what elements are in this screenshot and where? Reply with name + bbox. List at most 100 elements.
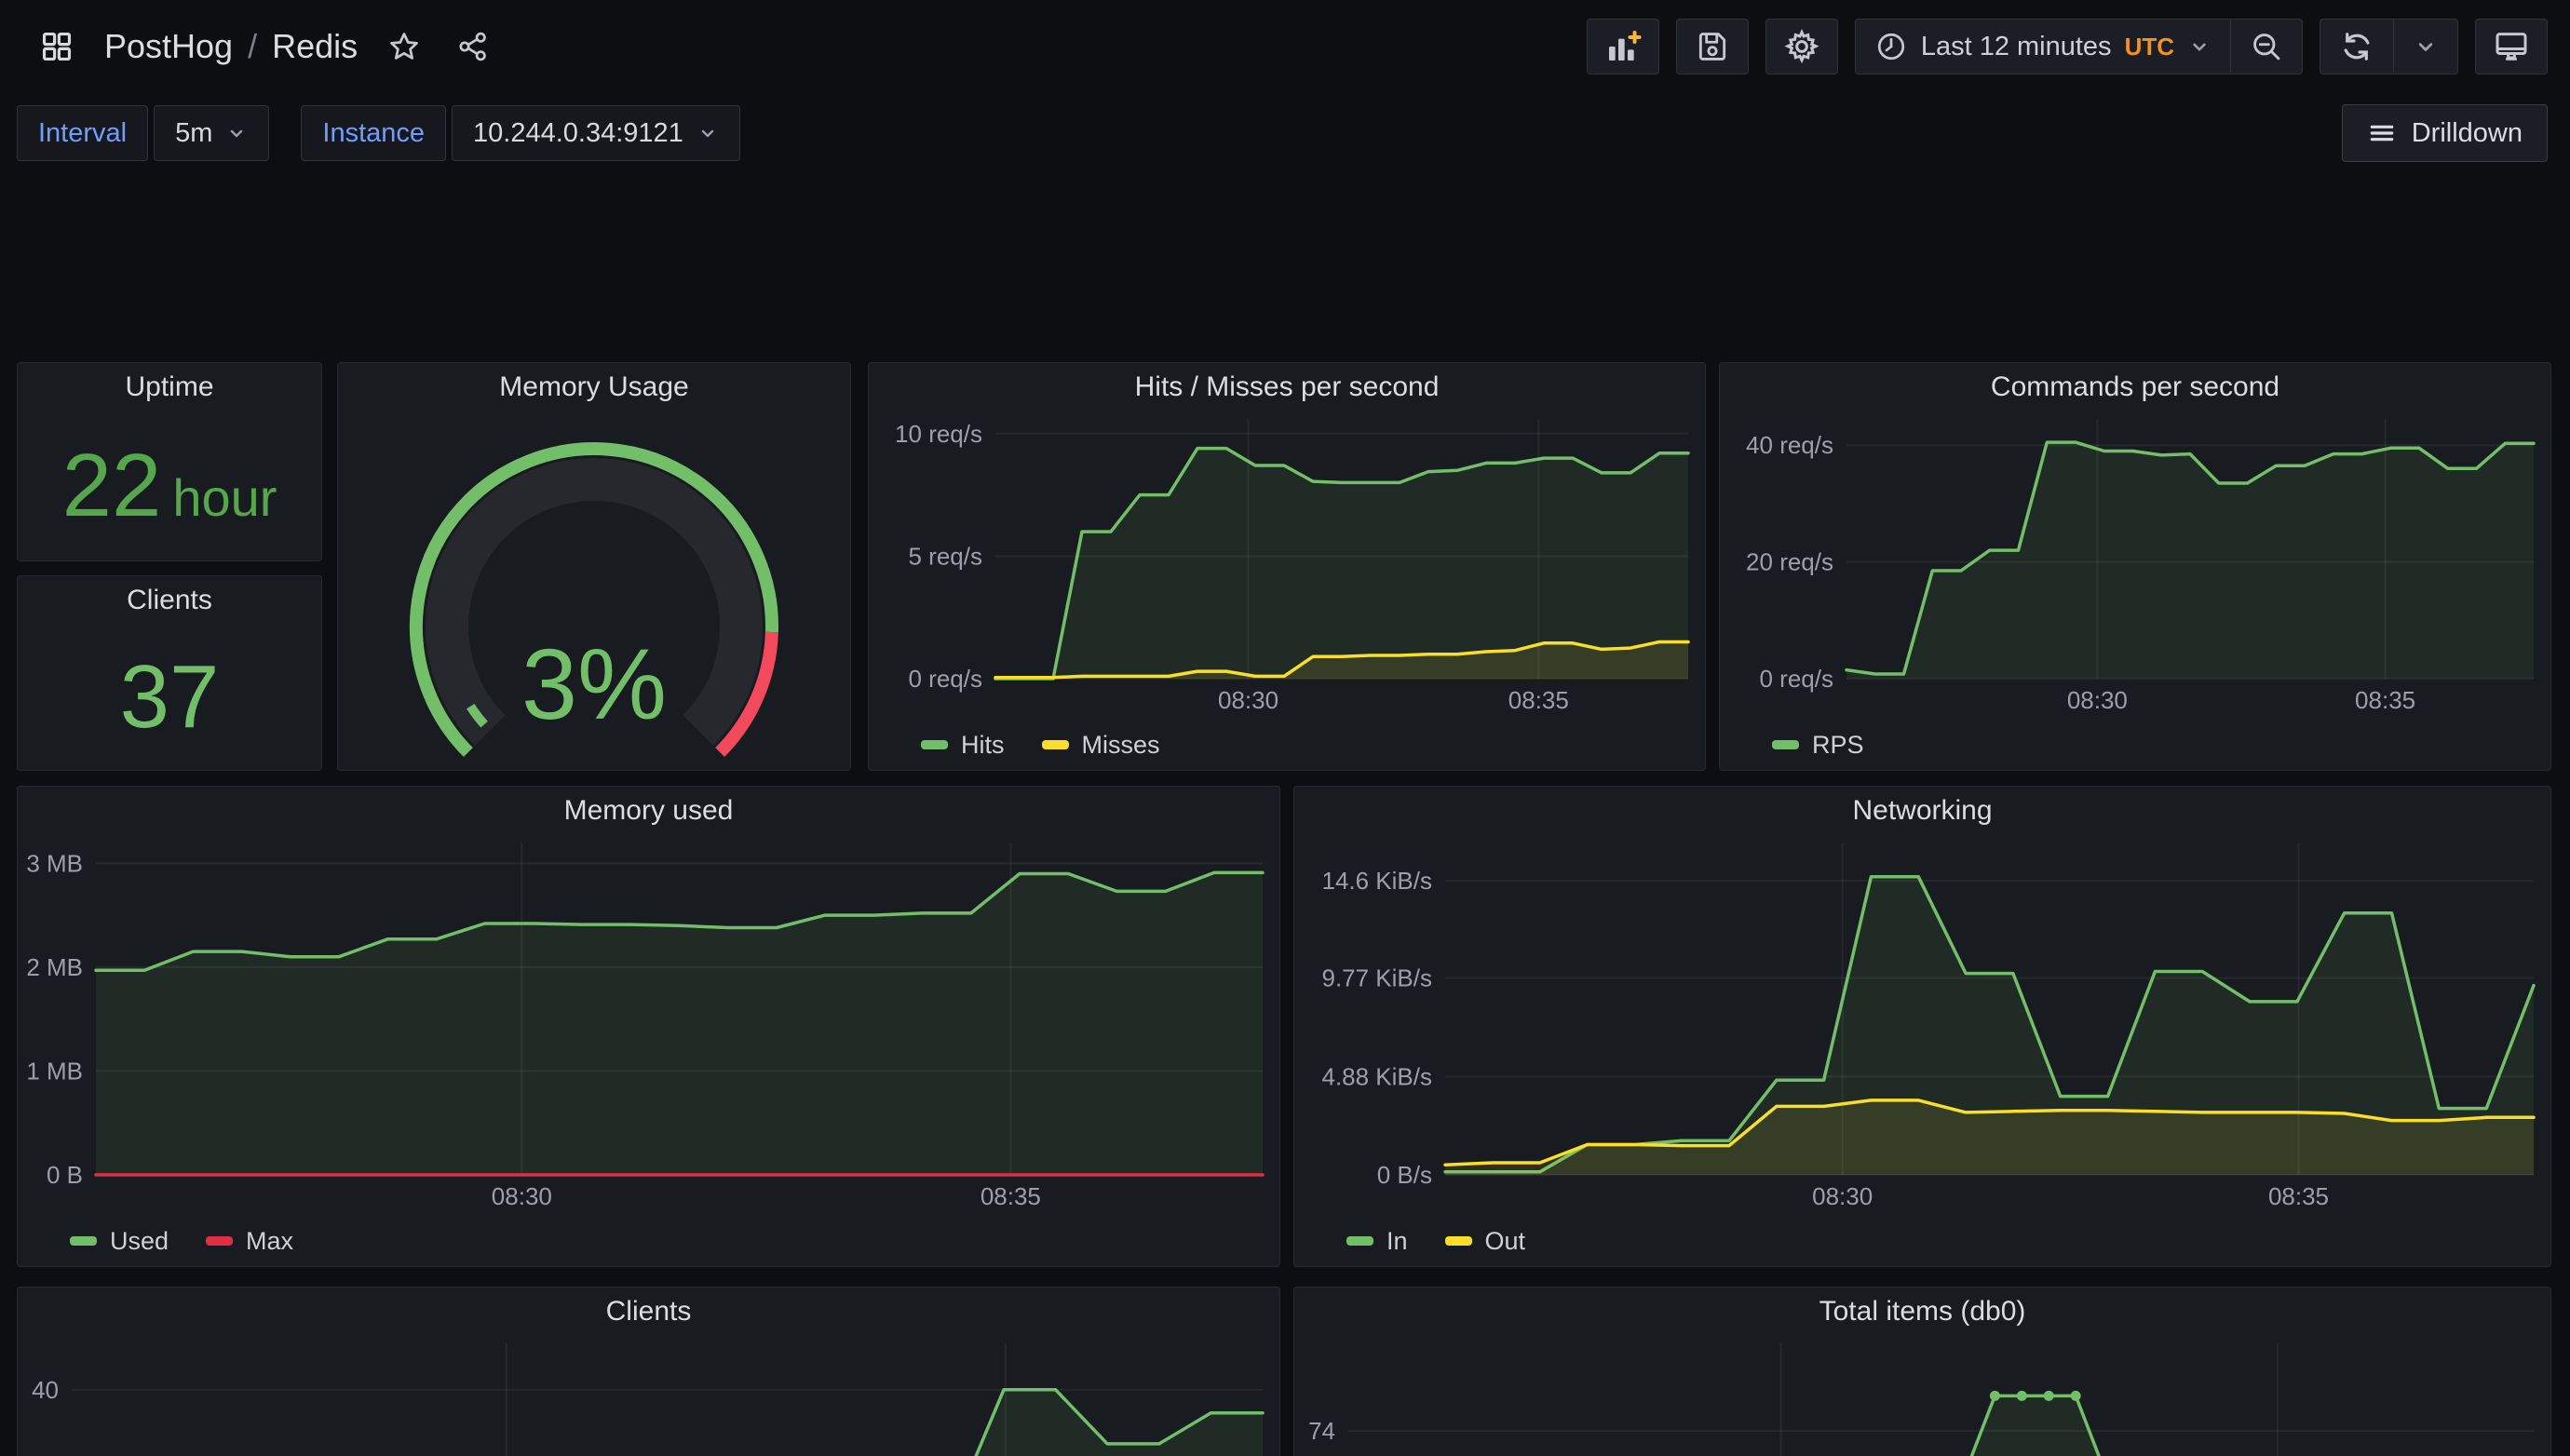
- clients-stat: 37: [18, 625, 321, 770]
- refresh-interval-dropdown[interactable]: [2393, 20, 2457, 74]
- legend-item[interactable]: In: [1346, 1227, 1408, 1256]
- apps-menu-button[interactable]: [34, 23, 80, 70]
- panel-title-uptime[interactable]: Uptime: [18, 363, 321, 411]
- panel-title-total-items[interactable]: Total items (db0): [1294, 1287, 2550, 1336]
- add-panel-button[interactable]: [1587, 19, 1659, 74]
- commands-legend: RPS: [1720, 720, 2550, 770]
- timezone-label: UTC: [2125, 33, 2174, 61]
- refresh-button[interactable]: [2320, 20, 2393, 74]
- panel-clients-chart: Clients 1020304008:3008:35: [17, 1287, 1280, 1456]
- legend-item[interactable]: Misses: [1042, 731, 1160, 760]
- svg-text:08:30: 08:30: [1218, 686, 1278, 714]
- legend-label: Misses: [1082, 731, 1160, 760]
- chevron-down-icon: [2413, 34, 2439, 60]
- svg-text:08:30: 08:30: [2067, 686, 2128, 714]
- panel-title-clients-stat[interactable]: Clients: [18, 576, 321, 625]
- svg-text:4.88 KiB/s: 4.88 KiB/s: [1321, 1062, 1432, 1090]
- breadcrumb-dashboard[interactable]: Redis: [272, 27, 358, 66]
- time-picker-group: Last 12 minutes UTC: [1855, 19, 2303, 74]
- legend-item[interactable]: Out: [1445, 1227, 1526, 1256]
- panel-commands: Commands per second 0 req/s20 req/s40 re…: [1719, 362, 2551, 771]
- gauge-value: 3%: [521, 627, 667, 740]
- svg-text:2 MB: 2 MB: [26, 953, 83, 981]
- favorite-button[interactable]: [382, 24, 426, 69]
- legend-label: RPS: [1812, 731, 1864, 760]
- save-icon: [1695, 29, 1730, 64]
- dashboard-controls: Interval 5m Instance 10.244.0.34:9121 Dr…: [0, 93, 2570, 173]
- legend-color-chip: [1346, 1236, 1373, 1246]
- panel-total-items: Total items (db0) 6870727408:3008:35: [1293, 1287, 2551, 1456]
- drilldown-button[interactable]: Drilldown: [2342, 104, 2548, 162]
- variable-instance: Instance 10.244.0.34:9121: [301, 105, 739, 161]
- dashboard-header: PostHog / Redis: [0, 0, 2570, 93]
- panel-title-memory-usage[interactable]: Memory Usage: [338, 363, 850, 411]
- legend-item[interactable]: RPS: [1772, 731, 1864, 760]
- uptime-stat: 22 hour: [18, 411, 321, 560]
- memory-usage-gauge: 3%: [338, 411, 850, 775]
- add-panel-icon: [1604, 28, 1642, 65]
- monitor-icon: [2493, 28, 2530, 65]
- panel-title-hits-misses[interactable]: Hits / Misses per second: [869, 363, 1705, 411]
- legend-label: Hits: [961, 731, 1005, 760]
- share-icon: [456, 30, 490, 63]
- gear-icon: [1783, 28, 1820, 65]
- time-range-label: Last 12 minutes: [1921, 32, 2112, 62]
- legend-color-chip: [1772, 740, 1799, 749]
- kiosk-mode-button[interactable]: [2475, 19, 2548, 74]
- panel-clients-stat: Clients 37: [17, 575, 322, 771]
- svg-text:08:30: 08:30: [492, 1182, 552, 1210]
- instance-value: 10.244.0.34:9121: [473, 118, 683, 149]
- legend-item[interactable]: Max: [206, 1227, 293, 1256]
- legend-color-chip: [921, 740, 948, 749]
- panel-uptime: Uptime 22 hour: [17, 362, 322, 561]
- dashboard-grid: Uptime 22 hour Clients 37 Memory Usage 3…: [0, 173, 2570, 1456]
- panel-title-commands[interactable]: Commands per second: [1720, 363, 2550, 411]
- breadcrumb: PostHog / Redis: [104, 27, 358, 66]
- legend-label: Out: [1485, 1227, 1526, 1256]
- drilldown-label: Drilldown: [2412, 118, 2523, 149]
- memory-used-plot[interactable]: 0 B1 MB2 MB3 MB08:3008:35: [18, 835, 1279, 1216]
- panel-title-memory-used[interactable]: Memory used: [18, 787, 1279, 835]
- zoom-out-button[interactable]: [2230, 20, 2302, 74]
- legend-color-chip: [70, 1236, 97, 1246]
- hits-misses-legend: Hits Misses: [869, 720, 1705, 770]
- interval-value: 5m: [175, 118, 212, 149]
- total-items-plot[interactable]: 6870727408:3008:35: [1294, 1336, 2550, 1456]
- clients-value: 37: [120, 653, 220, 742]
- svg-text:0 req/s: 0 req/s: [1760, 665, 1834, 693]
- time-range-picker[interactable]: Last 12 minutes UTC: [1856, 20, 2230, 74]
- clients-plot[interactable]: 1020304008:3008:35: [18, 1336, 1279, 1456]
- chevron-down-icon: [225, 122, 248, 144]
- legend-color-chip: [1445, 1236, 1472, 1246]
- breadcrumb-separator: /: [248, 27, 257, 66]
- svg-text:0 B: 0 B: [47, 1161, 83, 1189]
- zoom-out-icon: [2250, 30, 2283, 63]
- commands-plot[interactable]: 0 req/s20 req/s40 req/s08:3008:35: [1720, 411, 2550, 720]
- chevron-down-icon: [697, 122, 719, 144]
- legend-item[interactable]: Hits: [921, 731, 1005, 760]
- svg-text:3 MB: 3 MB: [26, 849, 83, 877]
- svg-text:08:35: 08:35: [2355, 686, 2415, 714]
- instance-select[interactable]: 10.244.0.34:9121: [452, 105, 740, 161]
- refresh-group: [2320, 19, 2458, 74]
- dashboard-settings-button[interactable]: [1765, 19, 1838, 74]
- save-dashboard-button[interactable]: [1676, 19, 1749, 74]
- uptime-unit: hour: [172, 448, 277, 524]
- uptime-value: 22: [62, 441, 162, 531]
- share-button[interactable]: [451, 24, 495, 69]
- legend-item[interactable]: Used: [70, 1227, 169, 1256]
- panel-memory-used: Memory used 0 B1 MB2 MB3 MB08:3008:35 Us…: [17, 786, 1280, 1267]
- legend-label: Used: [110, 1227, 169, 1256]
- svg-text:14.6 KiB/s: 14.6 KiB/s: [1321, 867, 1432, 895]
- interval-select[interactable]: 5m: [154, 105, 269, 161]
- hits-misses-plot[interactable]: 0 req/s5 req/s10 req/s08:3008:35: [869, 411, 1705, 720]
- panel-title-clients-chart[interactable]: Clients: [18, 1287, 1279, 1336]
- breadcrumb-folder[interactable]: PostHog: [104, 27, 233, 66]
- networking-plot[interactable]: 0 B/s4.88 KiB/s9.77 KiB/s14.6 KiB/s08:30…: [1294, 835, 2550, 1216]
- svg-text:74: 74: [1308, 1417, 1335, 1445]
- variable-interval: Interval 5m: [17, 105, 269, 161]
- svg-text:10 req/s: 10 req/s: [895, 420, 982, 448]
- legend-color-chip: [1042, 740, 1069, 749]
- svg-text:1 MB: 1 MB: [26, 1057, 83, 1085]
- panel-title-networking[interactable]: Networking: [1294, 787, 2550, 835]
